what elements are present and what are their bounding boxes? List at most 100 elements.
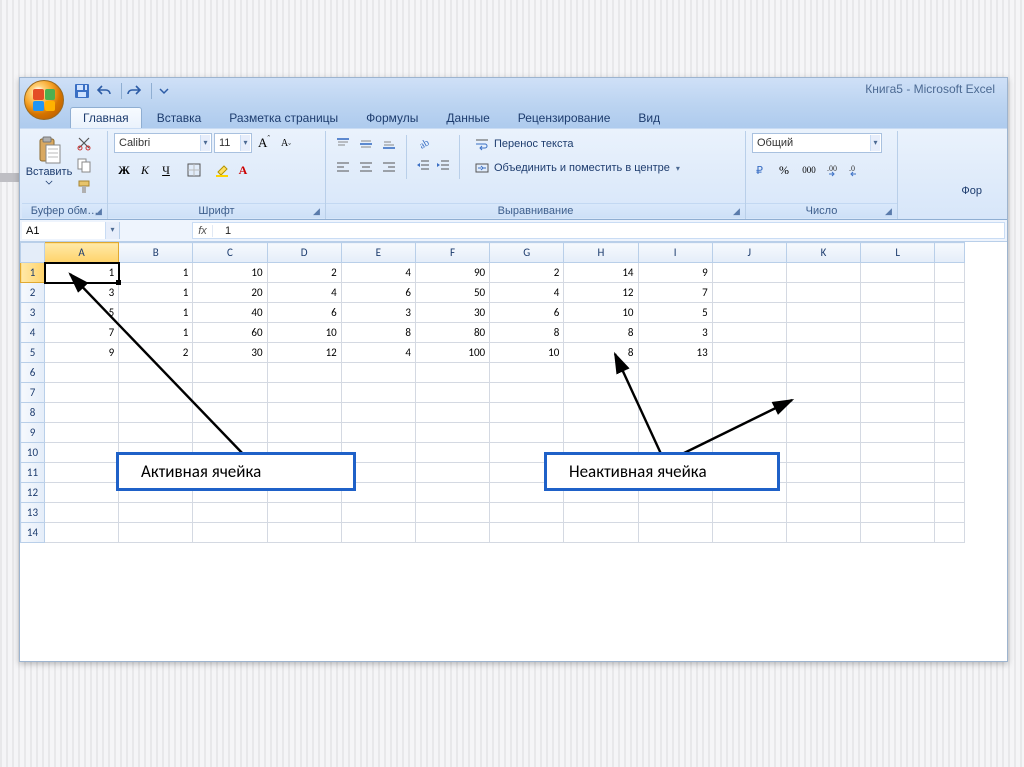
row-header[interactable]: 12 [21,483,45,503]
cell[interactable]: 2 [119,343,193,363]
cell[interactable] [712,323,786,343]
cell[interactable] [786,423,860,443]
cell[interactable] [490,523,564,543]
cell[interactable] [193,523,267,543]
cell[interactable]: 80 [415,323,489,343]
cell[interactable] [638,403,712,423]
cell[interactable] [193,383,267,403]
cell[interactable] [712,303,786,323]
row-header[interactable]: 4 [21,323,45,343]
paste-button[interactable]: Вставить [28,133,70,185]
cell[interactable]: 10 [267,323,341,343]
cell[interactable] [712,283,786,303]
cell[interactable] [935,383,965,403]
column-header[interactable]: J [712,243,786,263]
fx-icon[interactable]: fx [193,225,213,237]
cell[interactable] [861,283,935,303]
column-header[interactable] [935,243,965,263]
copy-button[interactable] [74,155,94,175]
cell[interactable] [712,523,786,543]
cell[interactable] [786,363,860,383]
cell[interactable]: 60 [193,323,267,343]
cell[interactable] [861,463,935,483]
cell[interactable] [861,343,935,363]
cell[interactable] [119,423,193,443]
font-launcher[interactable]: ◢ [310,205,323,218]
cell[interactable]: 30 [415,303,489,323]
cell[interactable] [341,363,415,383]
cell[interactable]: 40 [193,303,267,323]
office-button[interactable] [24,80,64,120]
name-box[interactable]: A1 ▾ [22,222,120,239]
alignment-launcher[interactable]: ◢ [730,205,743,218]
font-size-combo[interactable]: 11▾ [214,133,252,153]
cell[interactable] [861,443,935,463]
column-header[interactable]: G [490,243,564,263]
cell[interactable]: 4 [490,283,564,303]
align-left-button[interactable] [332,156,354,178]
increase-decimal-button[interactable]: .00 [824,160,844,180]
column-header[interactable]: K [786,243,860,263]
cell[interactable] [341,423,415,443]
cell[interactable] [861,503,935,523]
cell[interactable] [415,443,489,463]
row-header[interactable]: 11 [21,463,45,483]
decrease-decimal-button[interactable]: .0 [846,160,866,180]
cell[interactable] [935,403,965,423]
cell[interactable]: 14 [564,263,638,283]
cell[interactable] [935,343,965,363]
cell[interactable]: 10 [564,303,638,323]
column-header[interactable]: C [193,243,267,263]
cell[interactable] [341,383,415,403]
cell[interactable]: 8 [564,343,638,363]
cell[interactable]: 3 [341,303,415,323]
cell[interactable] [267,423,341,443]
cell[interactable] [786,323,860,343]
cell[interactable] [935,443,965,463]
cell[interactable] [786,483,860,503]
cell[interactable] [267,403,341,423]
select-all-corner[interactable] [21,243,45,263]
row-header[interactable]: 8 [21,403,45,423]
cell[interactable]: 4 [341,263,415,283]
cell[interactable] [564,423,638,443]
cell[interactable] [935,323,965,343]
column-header[interactable]: B [119,243,193,263]
cell[interactable] [935,463,965,483]
cell[interactable] [712,423,786,443]
thousands-button[interactable]: 000 [796,160,822,180]
tab-формулы[interactable]: Формулы [353,107,431,128]
cell[interactable] [267,503,341,523]
cell[interactable] [341,503,415,523]
cell[interactable] [119,363,193,383]
align-center-button[interactable] [355,156,377,178]
cell[interactable] [415,423,489,443]
cell[interactable] [490,423,564,443]
cell[interactable]: 6 [341,283,415,303]
cell[interactable] [45,383,119,403]
column-header[interactable]: A [45,243,119,263]
cell[interactable] [786,303,860,323]
cell[interactable] [786,283,860,303]
cell[interactable] [786,343,860,363]
italic-button[interactable]: К [135,160,155,180]
font-color-button[interactable]: A [233,160,253,180]
cell[interactable]: 7 [638,283,712,303]
cell[interactable] [712,263,786,283]
cell[interactable] [786,463,860,483]
row-header[interactable]: 5 [21,343,45,363]
underline-button[interactable]: Ч [156,160,176,180]
cell[interactable]: 1 [119,323,193,343]
tab-рецензирование[interactable]: Рецензирование [505,107,624,128]
cell[interactable] [119,403,193,423]
format-painter-button[interactable] [74,177,94,197]
tab-главная[interactable]: Главная [70,107,142,128]
cell[interactable] [935,363,965,383]
cell[interactable] [786,523,860,543]
cell[interactable] [45,483,119,503]
redo-button[interactable] [124,81,144,101]
cell[interactable]: 8 [341,323,415,343]
cell[interactable]: 90 [415,263,489,283]
cell[interactable]: 6 [490,303,564,323]
cell[interactable]: 30 [193,343,267,363]
